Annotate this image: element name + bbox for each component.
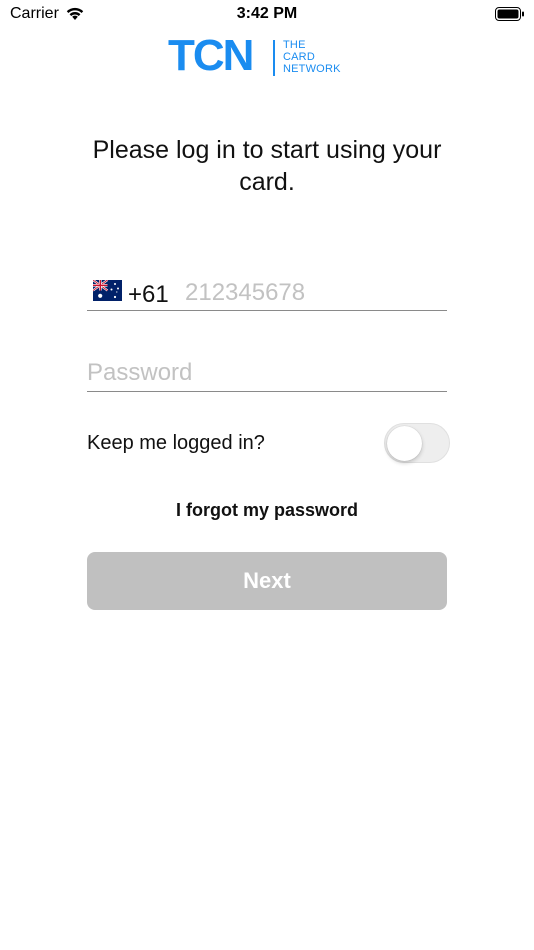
status-time: 3:42 PM (236, 5, 298, 22)
password-input[interactable] (87, 358, 447, 388)
logo-wordmark: THE CARD NETWORK (283, 39, 341, 75)
login-heading: Please log in to start using your card. (92, 136, 442, 196)
australia-flag-icon[interactable] (93, 280, 122, 301)
logo-line-network: NETWORK (283, 63, 341, 75)
logo-divider (273, 40, 275, 76)
forgot-password-link[interactable]: I forgot my password (0, 500, 534, 521)
keep-logged-in-toggle[interactable] (384, 423, 450, 463)
toggle-knob (387, 426, 422, 461)
logo-line-the: THE (283, 39, 306, 51)
phone-field: +61 (87, 276, 447, 311)
tcn-logo: TCN THE CARD NETWORK (168, 34, 348, 78)
password-field (87, 356, 447, 392)
phone-number-input[interactable] (185, 278, 445, 308)
keep-logged-in-label: Keep me logged in? (87, 432, 265, 454)
battery-full-icon (495, 7, 524, 21)
next-button[interactable]: Next (87, 552, 447, 610)
login-screen: Carrier 3:42 PM TCN THE CARD NETWORK Ple… (0, 0, 534, 950)
status-bar: Carrier 3:42 PM (0, 0, 534, 28)
logo-mark: TCN (168, 31, 254, 80)
logo-line-card: CARD (283, 51, 315, 63)
country-code[interactable]: +61 (128, 281, 169, 309)
